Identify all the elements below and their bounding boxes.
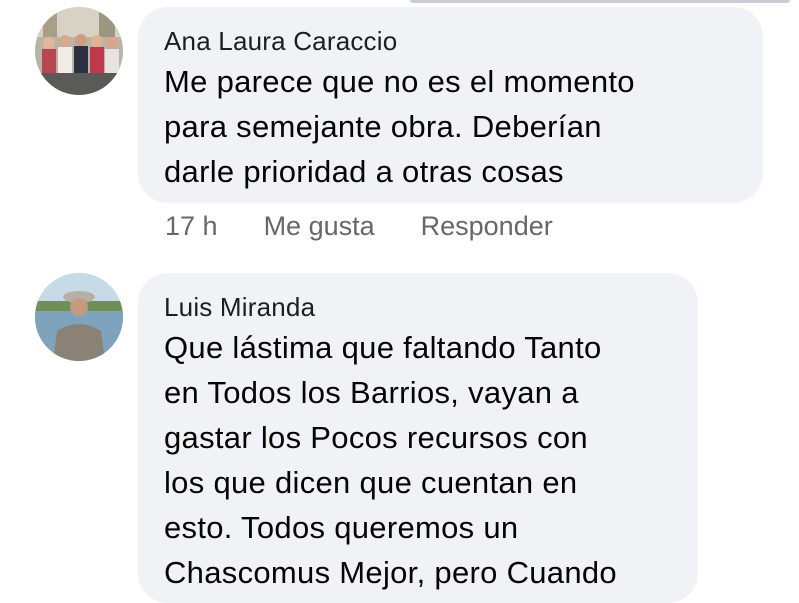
avatar[interactable] [35, 273, 123, 361]
top-divider [410, 0, 790, 3]
comment-actions: 17 h Me gusta Responder [165, 206, 553, 246]
comment-text: Me parece que no es el momento para seme… [164, 64, 635, 189]
avatar[interactable] [35, 7, 123, 95]
avatar-person-photo-icon [35, 273, 123, 361]
like-link[interactable]: Me gusta [264, 206, 375, 246]
comment-text: Que lástima que faltando Tanto en Todos … [164, 330, 617, 590]
comment-bubble: Ana Laura Caraccio Me parece que no es e… [138, 7, 763, 203]
comment-author[interactable]: Ana Laura Caraccio [164, 25, 737, 57]
comment-author[interactable]: Luis Miranda [164, 291, 672, 323]
avatar-group-photo-icon [35, 7, 123, 95]
reply-link[interactable]: Responder [421, 206, 553, 246]
comment-bubble: Luis Miranda Que lástima que faltando Ta… [138, 273, 698, 603]
comment-timestamp[interactable]: 17 h [165, 206, 218, 246]
